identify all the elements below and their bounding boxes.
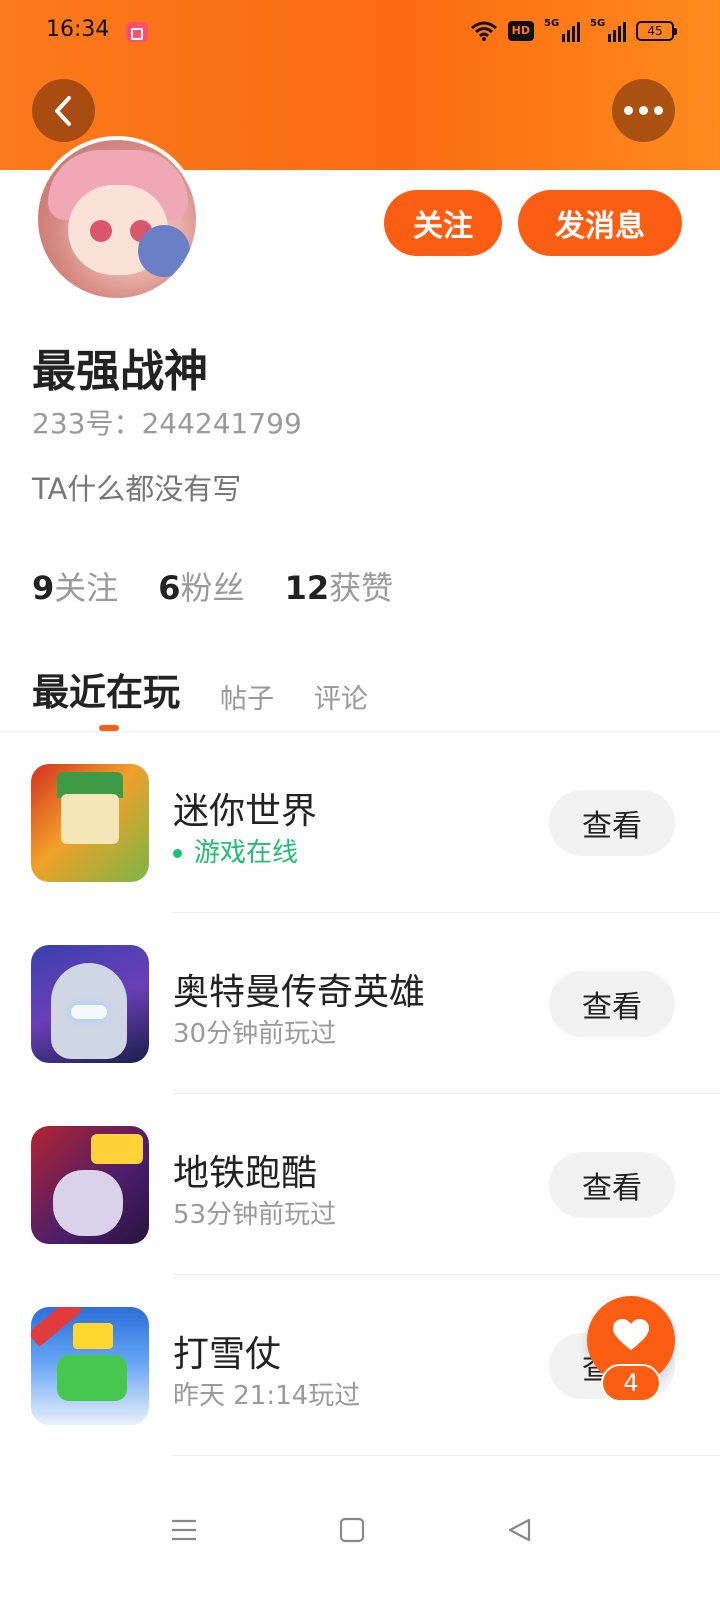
profile-tabs: 最近在玩 帖子 评论 <box>32 662 368 720</box>
square-icon <box>339 1517 365 1543</box>
system-back-button[interactable] <box>500 1510 540 1550</box>
battery-icon: 45 <box>636 21 677 41</box>
snowball-game-icon <box>31 1307 149 1425</box>
wifi-icon <box>470 21 497 41</box>
status-bar: 16:34 HD 5G 5G 45 <box>0 0 720 62</box>
more-button[interactable] <box>612 79 675 142</box>
hd-voice-icon: HD <box>507 21 534 41</box>
game-title: 奥特曼传奇英雄 <box>173 972 426 1013</box>
stat-followers-count: 6 <box>158 569 181 607</box>
stat-likes-count: 12 <box>284 569 330 607</box>
mini-world-game-icon <box>31 764 149 882</box>
home-button[interactable] <box>332 1510 372 1550</box>
follow-button[interactable]: 关注 <box>384 190 502 256</box>
stat-following-count: 9 <box>32 569 55 607</box>
game-status-text: 游戏在线 <box>194 838 299 868</box>
row-divider <box>173 1455 720 1456</box>
game-title: 打雪仗 <box>173 1334 282 1375</box>
game-last-played: 53分钟前玩过 <box>173 1200 337 1230</box>
game-status: 游戏在线 <box>173 832 298 869</box>
stat-likes-label: 获赞 <box>329 569 394 607</box>
stat-following-label: 关注 <box>54 569 119 607</box>
game-row-mini-world[interactable]: 迷你世界 游戏在线 查看 <box>0 732 720 913</box>
like-count-badge: 4 <box>601 1364 661 1402</box>
game-title: 迷你世界 <box>173 791 318 832</box>
status-indicators: HD 5G 5G 45 <box>470 16 677 46</box>
recent-apps-button[interactable] <box>164 1510 204 1550</box>
view-button[interactable]: 查看 <box>549 790 675 856</box>
view-button[interactable]: 查看 <box>549 971 675 1037</box>
more-dots-icon <box>624 106 663 115</box>
signal-icon: 5G <box>544 18 580 42</box>
user-id: 233号：244241799 <box>32 407 302 440</box>
heart-icon <box>613 1319 649 1350</box>
avatar[interactable] <box>34 136 200 302</box>
game-row-subway-surfers[interactable]: 地铁跑酷 53分钟前玩过 查看 <box>0 1094 720 1275</box>
online-dot-icon <box>173 849 182 858</box>
back-button[interactable] <box>32 79 95 142</box>
stat-followers[interactable]: 6粉丝 <box>158 563 244 609</box>
subway-surfers-game-icon <box>31 1126 149 1244</box>
chevron-left-icon <box>54 95 71 126</box>
menu-lines-icon <box>172 1519 196 1541</box>
send-message-button[interactable]: 发消息 <box>518 190 682 256</box>
system-navigation-bar <box>0 1480 720 1600</box>
tab-posts[interactable]: 帖子 <box>220 677 274 720</box>
game-last-played: 昨天 21:14玩过 <box>173 1381 361 1411</box>
ultraman-game-icon <box>31 945 149 1063</box>
view-button[interactable]: 查看 <box>549 1152 675 1218</box>
signal-icon-2: 5G <box>590 18 626 42</box>
username: 最强战神 <box>32 346 208 397</box>
stat-following[interactable]: 9关注 <box>32 563 118 609</box>
game-row-ultraman[interactable]: 奥特曼传奇英雄 30分钟前玩过 查看 <box>0 913 720 1094</box>
game-title: 地铁跑酷 <box>173 1153 318 1194</box>
stat-followers-label: 粉丝 <box>180 569 245 607</box>
screen-record-icon <box>126 22 148 42</box>
signal-label: 5G <box>544 18 560 29</box>
signal-label-2: 5G <box>590 18 606 29</box>
user-bio: TA什么都没有写 <box>32 472 242 506</box>
tab-comments[interactable]: 评论 <box>314 677 368 720</box>
tab-recently-played[interactable]: 最近在玩 <box>32 662 180 720</box>
game-last-played: 30分钟前玩过 <box>173 1019 337 1049</box>
stat-likes[interactable]: 12获赞 <box>285 563 394 609</box>
triangle-back-icon <box>508 1518 531 1542</box>
profile-stats: 9关注 6粉丝 12获赞 <box>32 563 393 609</box>
status-time: 16:34 <box>46 17 110 42</box>
